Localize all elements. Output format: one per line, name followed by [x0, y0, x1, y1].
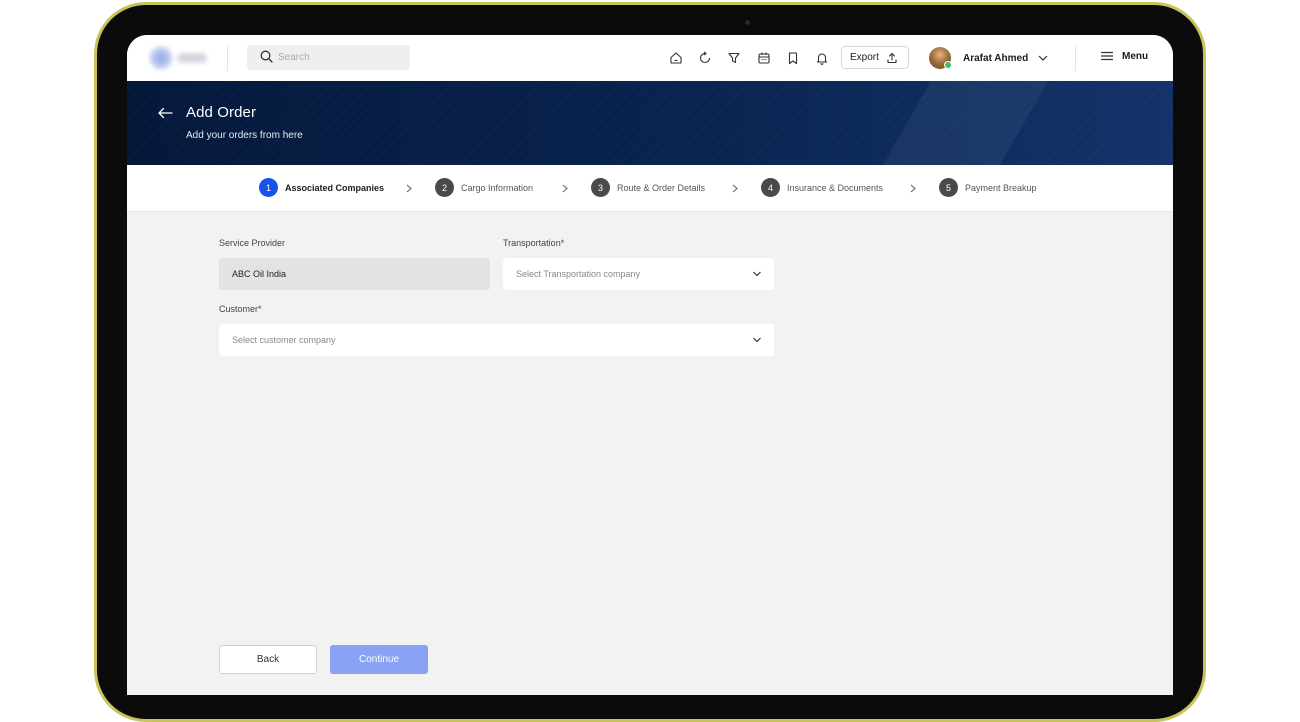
transportation-placeholder: Select Transportation company [516, 269, 641, 279]
step-route-order-details[interactable]: 3 Route & Order Details [591, 178, 705, 197]
transportation-select[interactable]: Select Transportation company [503, 258, 774, 290]
continue-button[interactable]: Continue [330, 645, 428, 674]
step-cargo-information[interactable]: 2 Cargo Information [435, 178, 533, 197]
order-stepper: 1 Associated Companies 2 Cargo Informati… [127, 165, 1173, 212]
export-label: Export [850, 52, 879, 63]
user-name[interactable]: Arafat Ahmed [963, 53, 1028, 64]
camera-dot [745, 20, 750, 25]
chevron-down-icon [753, 337, 761, 343]
search-input[interactable] [278, 45, 398, 70]
step-label: Insurance & Documents [787, 182, 884, 193]
page-header-banner: Add Order Add your orders from here [127, 81, 1173, 165]
search-icon [260, 50, 273, 63]
divider [227, 45, 228, 71]
top-bar: Export Arafat Ahmed Menu [127, 35, 1173, 81]
service-provider-value: ABC Oil India [232, 269, 287, 279]
chevron-down-icon[interactable] [1037, 52, 1049, 64]
step-number: 5 [939, 178, 958, 197]
step-payment-breakup[interactable]: 5 Payment Breakup [939, 178, 1037, 197]
bell-icon[interactable] [813, 49, 831, 67]
chevron-right-icon [562, 184, 568, 193]
upload-icon [887, 52, 897, 63]
customer-select[interactable]: Select customer company [219, 324, 774, 356]
brand-logo[interactable] [147, 44, 209, 72]
chevron-right-icon [406, 184, 412, 193]
avatar[interactable] [929, 47, 952, 69]
step-number: 4 [761, 178, 780, 197]
home-icon[interactable] [667, 49, 685, 67]
service-provider-label: Service Provider [219, 238, 286, 248]
back-arrow-icon[interactable] [157, 106, 173, 120]
filter-icon[interactable] [725, 49, 743, 67]
search-box[interactable] [247, 45, 410, 70]
step-label: Associated Companies [285, 182, 385, 193]
chevron-down-icon [753, 271, 761, 277]
step-label: Payment Breakup [965, 182, 1037, 193]
page-subtitle: Add your orders from here [186, 130, 303, 141]
chevron-right-icon [910, 184, 916, 193]
online-status-dot [944, 61, 952, 69]
calendar-icon[interactable] [755, 49, 773, 67]
transportation-label: Transportation* [503, 238, 565, 248]
customer-label: Customer* [219, 304, 262, 314]
step-associated-companies[interactable]: 1 Associated Companies [259, 178, 384, 197]
step-number: 2 [435, 178, 454, 197]
page-title: Add Order [186, 104, 257, 121]
hamburger-icon [1101, 51, 1113, 61]
app-screen: Export Arafat Ahmed Menu Add Order Add y… [127, 35, 1173, 695]
customer-placeholder: Select customer company [232, 335, 336, 345]
chevron-right-icon [732, 184, 738, 193]
menu-label: Menu [1122, 50, 1149, 62]
step-insurance-documents[interactable]: 4 Insurance & Documents [761, 178, 883, 197]
back-button[interactable]: Back [219, 645, 317, 674]
refresh-icon[interactable] [696, 49, 714, 67]
step-label: Cargo Information [461, 182, 534, 193]
export-button[interactable]: Export [841, 46, 909, 69]
menu-button[interactable]: Menu [1100, 50, 1148, 62]
divider [1075, 45, 1076, 71]
step-number: 1 [259, 178, 278, 197]
service-provider-field: ABC Oil India [219, 258, 490, 290]
bookmark-icon[interactable] [784, 49, 802, 67]
step-number: 3 [591, 178, 610, 197]
step-label: Route & Order Details [617, 182, 706, 193]
